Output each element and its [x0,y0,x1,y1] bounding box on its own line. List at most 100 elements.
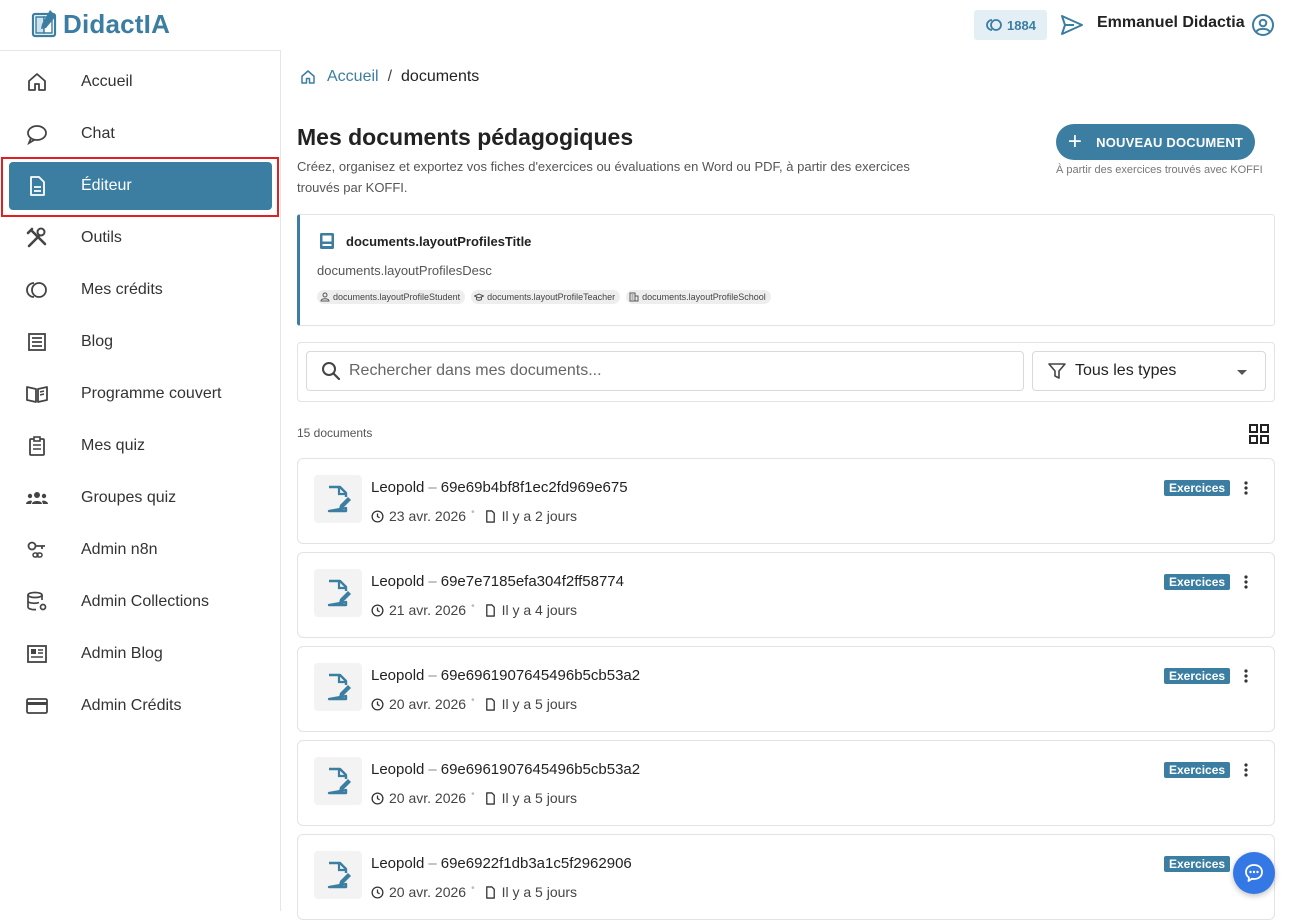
search-icon [322,362,341,381]
document-id: 69e7e7185efa304f2ff58774 [440,573,624,590]
more-vert-icon[interactable] [1238,479,1254,497]
profile-chip-teacher[interactable]: documents.layoutProfileTeacher [471,290,621,304]
newspaper-icon [27,645,47,663]
person-icon [320,292,330,302]
chip-label: documents.layoutProfileSchool [642,292,766,302]
app-name: DidactIA [63,8,171,39]
chat-support-button[interactable] [1233,852,1275,894]
account-circle-icon[interactable] [1251,13,1275,37]
document-edit-icon [327,579,351,607]
document-card[interactable]: Leopold –69e7e7185efa304f2ff58774 21 avr.… [297,552,1275,638]
book-pencil-logo-icon [31,10,57,38]
document-id: 69e6961907645496b5cb53a2 [440,667,641,684]
meta-separator: • [471,882,475,894]
plus-icon: + [1067,128,1083,155]
document-date: 20 avr. 2026 [389,884,467,900]
sidebar-item-admin-blog[interactable]: Admin Blog [9,630,272,678]
more-vert-icon[interactable] [1238,761,1254,779]
profile-chip-student[interactable]: documents.layoutProfileStudent [317,290,466,304]
type-badge: Exercices [1164,762,1231,778]
sidebar-item-label: Mes crédits [81,281,163,298]
sidebar-item-blog[interactable]: Blog [9,318,272,366]
sidebar-item-admin-n8n[interactable]: Admin n8n [9,526,272,574]
sidebar-item-label: Admin Blog [81,645,163,662]
chat-bubble-icon [27,125,47,146]
document-title[interactable]: Leopold –69e6961907645496b5cb53a2 [371,667,640,684]
sidebar-item-outils[interactable]: Outils [9,214,272,262]
document-title[interactable]: Leopold –69e6922f1db3a1c5f2962906 [371,855,632,872]
document-owner: Leopold [371,479,425,496]
tools-icon [26,227,47,248]
layout-profiles-title: documents.layoutProfilesTitle [346,234,532,249]
file-icon [485,791,495,805]
open-book-icon [26,386,48,403]
document-meta: 23 avr. 2026 • Il y a 2 jours [371,507,577,524]
document-updated: Il y a 5 jours [501,790,578,806]
credits-count: 1884 [1007,17,1036,33]
sidebar-item-label: Programme couvert [81,385,222,402]
sidebar-item-mes-quiz[interactable]: Mes quiz [9,422,272,470]
document-id: 69e69b4bf8f1ec2fd969e675 [440,479,628,496]
clock-icon [371,791,384,805]
document-edit-icon [327,861,351,889]
credits-chip[interactable]: 1884 [974,10,1047,40]
blog-icon [28,333,46,351]
sidebar-item-accueil[interactable]: Accueil [9,58,272,106]
document-date: 21 avr. 2026 [389,602,467,618]
document-owner: Leopold [371,667,425,684]
breadcrumb-home-link[interactable]: Accueil [327,68,379,86]
home-icon[interactable] [299,68,317,86]
document-meta: 20 avr. 2026 • Il y a 5 jours [371,695,577,712]
document-date: 20 avr. 2026 [389,696,467,712]
grid-view-icon[interactable] [1248,423,1270,445]
chip-label: documents.layoutProfileTeacher [487,292,616,302]
document-card[interactable]: Leopold –69e6961907645496b5cb53a2 20 avr.… [297,740,1275,826]
title-separator: – [428,573,437,590]
document-card[interactable]: Leopold –69e6922f1db3a1c5f2962906 20 avr.… [297,834,1275,920]
title-separator: – [428,855,437,872]
file-icon [485,509,495,523]
search-input[interactable] [349,362,999,380]
user-name[interactable]: Emmanuel Didactia [1097,14,1245,32]
clock-icon [371,603,384,617]
page-title: Mes documents pédagogiques [297,124,634,150]
title-separator: – [428,479,437,496]
building-icon [629,292,639,302]
document-card[interactable]: Leopold –69e6961907645496b5cb53a2 20 avr.… [297,646,1275,732]
search-box[interactable] [306,351,1024,391]
more-vert-icon[interactable] [1238,667,1254,685]
document-id: 69e6922f1db3a1c5f2962906 [440,855,632,872]
sidebar-item-label: Accueil [81,73,133,90]
type-select[interactable]: Tous les types [1032,351,1266,391]
layout-profiles-card: documents.layoutProfilesTitle documents.… [297,214,1275,326]
document-title[interactable]: Leopold –69e7e7185efa304f2ff58774 [371,573,624,590]
profile-chip-school[interactable]: documents.layoutProfileSchool [626,290,771,304]
file-icon [485,697,495,711]
document-meta: 21 avr. 2026 • Il y a 4 jours [371,600,578,618]
document-thumbnail [314,851,362,899]
type-select-value: Tous les types [1075,362,1177,379]
document-owner: Leopold [371,573,425,590]
document-card[interactable]: Leopold –69e69b4bf8f1ec2fd969e675 23 avr.… [297,458,1275,544]
new-document-button[interactable]: + NOUVEAU DOCUMENT [1056,124,1255,160]
sidebar-item-mes-credits[interactable]: Mes crédits [9,266,272,314]
sidebar-item-admin-credits[interactable]: Admin Crédits [9,682,272,730]
credits-icon [26,282,47,298]
send-icon[interactable] [1059,12,1085,38]
document-updated: Il y a 4 jours [501,602,578,618]
document-updated: Il y a 5 jours [501,884,578,900]
sidebar-item-groupes-quiz[interactable]: Groupes quiz [9,474,272,522]
sidebar-item-admin-collections[interactable]: Admin Collections [9,578,272,626]
document-title[interactable]: Leopold –69e69b4bf8f1ec2fd969e675 [371,479,628,496]
more-vert-icon[interactable] [1238,573,1254,591]
app-logo[interactable]: DidactIA [30,8,170,40]
breadcrumb-separator: / [387,68,393,85]
clock-icon [371,697,384,711]
sidebar-item-chat[interactable]: Chat [9,110,272,158]
document-title[interactable]: Leopold –69e6961907645496b5cb53a2 [371,761,640,778]
key-link-icon [27,541,45,558]
document-owner: Leopold [371,855,425,872]
meta-separator: • [471,600,475,612]
document-count: 15 documents [297,426,373,440]
sidebar-item-programme-couvert[interactable]: Programme couvert [9,370,272,418]
